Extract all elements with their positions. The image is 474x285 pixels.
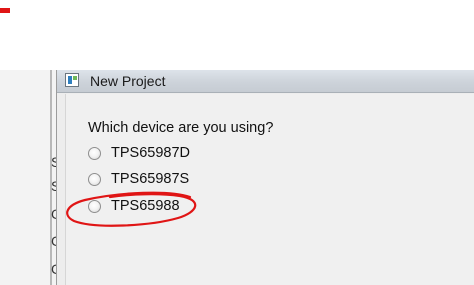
- radio-button[interactable]: [88, 172, 101, 186]
- radio-button[interactable]: [88, 199, 101, 213]
- option-label: TPS65987S: [111, 171, 190, 187]
- dialog-titlebar[interactable]: New Project: [57, 70, 474, 93]
- dialog-title: New Project: [90, 73, 166, 89]
- option-label: TPS65988: [111, 198, 180, 214]
- device-question: Which device are you using?: [88, 120, 274, 136]
- radio-button[interactable]: [88, 146, 101, 160]
- app-icon: [65, 73, 79, 87]
- background-window: S S C C C: [0, 70, 61, 285]
- option-tps65988[interactable]: TPS65988: [88, 196, 180, 216]
- new-project-dialog: New Project Which device are you using? …: [56, 70, 474, 285]
- option-tps65987d[interactable]: TPS65987D: [88, 143, 190, 163]
- option-label: TPS65987D: [111, 145, 190, 161]
- option-tps65987s[interactable]: TPS65987S: [88, 169, 189, 189]
- red-corner-mark: [0, 8, 10, 13]
